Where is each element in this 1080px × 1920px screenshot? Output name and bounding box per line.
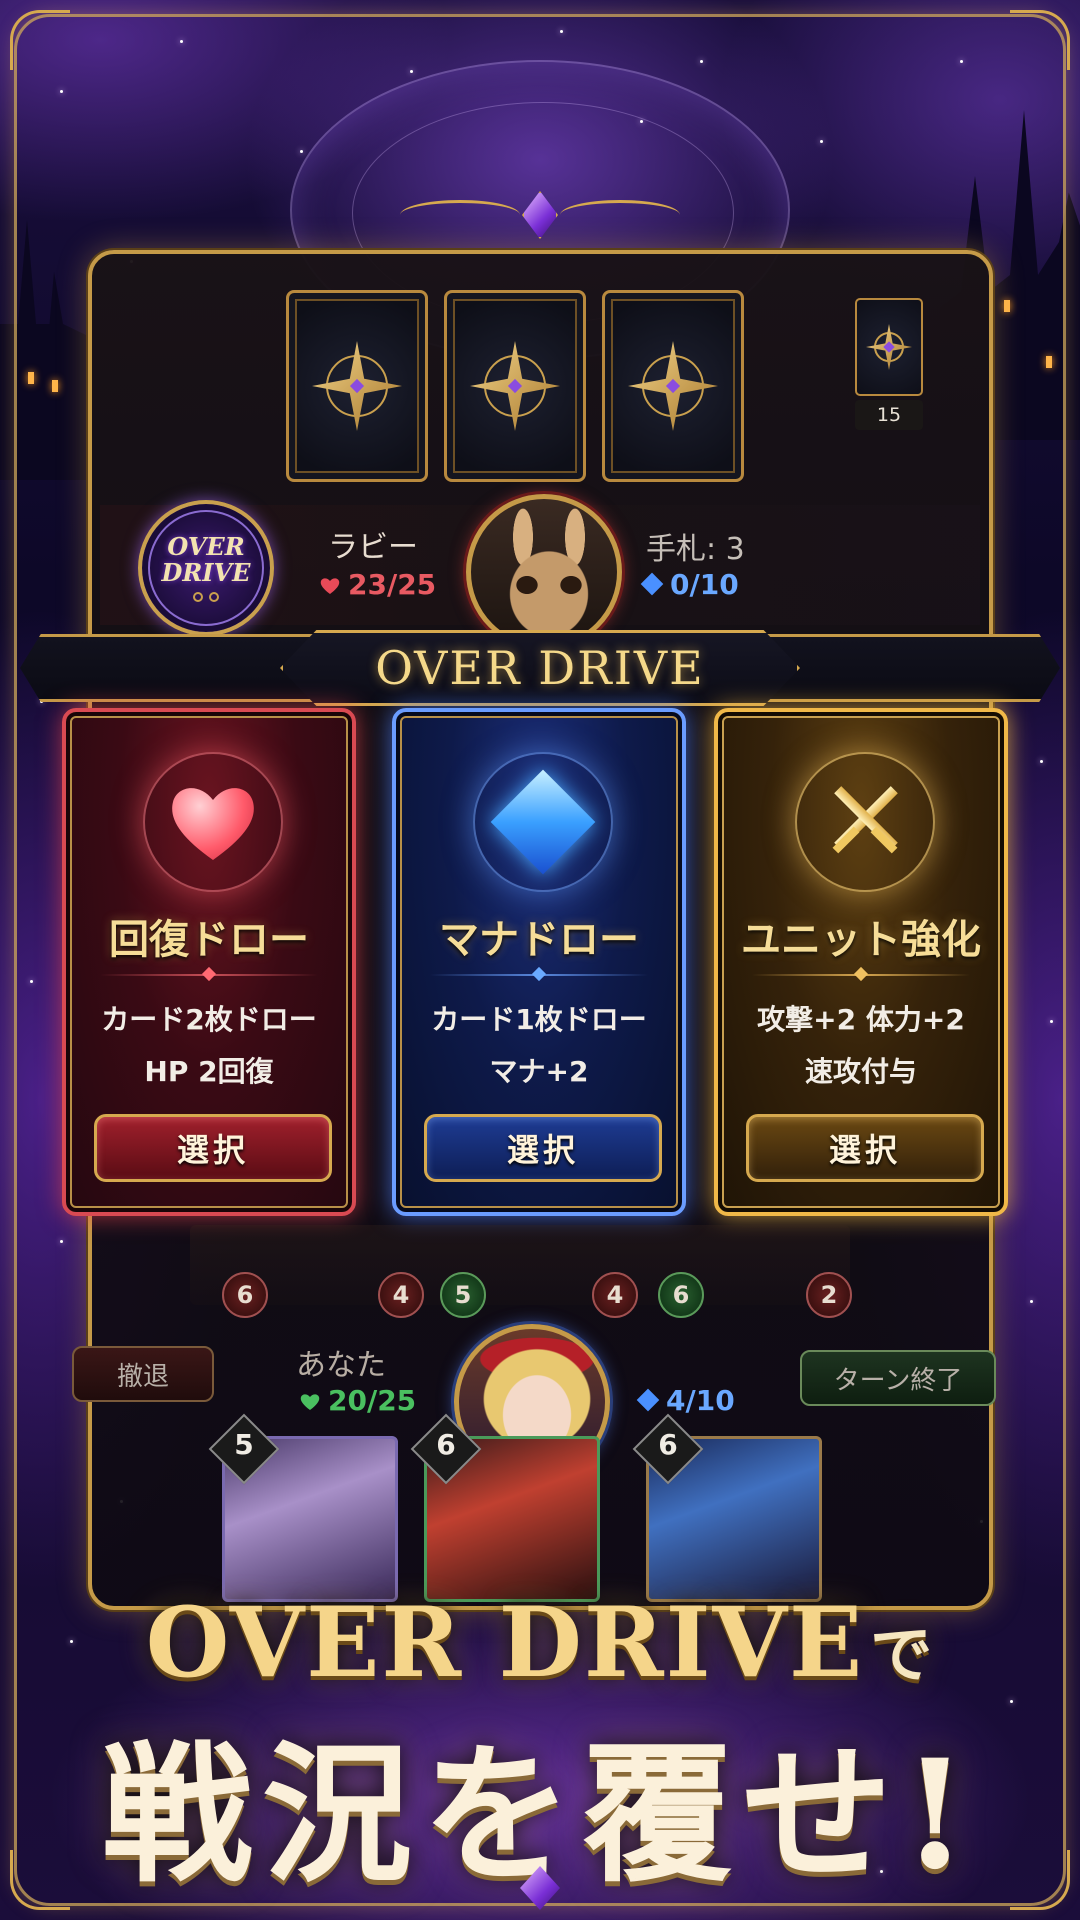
opponent-deck xyxy=(855,298,923,396)
option-effect-line: HP 2回復 xyxy=(144,1055,274,1088)
overdrive-emblem-line1: OVER xyxy=(167,532,245,561)
headline-overdrive: OVER DRIVE xyxy=(145,1586,865,1699)
headline-suffix: で xyxy=(870,1618,935,1691)
option-card-heal[interactable]: 回復ドロー カード2枚ドロー HP 2回復 選択 xyxy=(62,708,356,1216)
option-effect-line: カード1枚ドロー xyxy=(431,1003,647,1036)
heart-icon xyxy=(300,1394,320,1410)
heart-icon xyxy=(320,578,340,594)
overdrive-emblem[interactable]: OVER DRIVE xyxy=(138,500,274,636)
crest-wing-right xyxy=(560,200,680,230)
option-effect-line: カード2枚ドロー xyxy=(101,1003,317,1036)
option-effect-line: 速攻付与 xyxy=(804,1055,917,1088)
crossed-swords-icon xyxy=(821,778,909,866)
overdrive-emblem-line2: DRIVE xyxy=(161,558,251,587)
option-title: ユニット強化 xyxy=(741,917,981,963)
opponent-card-back xyxy=(444,290,586,482)
option-divider xyxy=(752,966,970,982)
unit-attack-stat: 5 xyxy=(440,1272,486,1318)
opponent-card-back xyxy=(286,290,428,482)
player-name: あなた xyxy=(296,1348,386,1383)
deck-count: 15 xyxy=(855,400,923,430)
mana-diamond-icon xyxy=(636,1388,660,1412)
retreat-button[interactable]: 撤退 xyxy=(72,1346,214,1402)
unit-health-stat: 4 xyxy=(592,1272,638,1318)
select-unit-button[interactable]: 選択 xyxy=(746,1114,984,1182)
compass-icon xyxy=(470,341,560,431)
card-cost: 5 xyxy=(234,1428,254,1461)
option-icon-frame xyxy=(143,752,283,892)
opponent-mana-value: 0/10 xyxy=(670,568,739,601)
opponent-hp-value: 23/25 xyxy=(348,568,437,601)
card-cost: 6 xyxy=(436,1428,456,1461)
unit-health-stat: 2 xyxy=(806,1272,852,1318)
option-divider xyxy=(430,966,648,982)
frame-corner xyxy=(10,10,70,70)
opponent-mana: 0/10 xyxy=(640,568,739,601)
option-icon-frame xyxy=(795,752,935,892)
opponent-avatar[interactable] xyxy=(466,494,622,650)
select-heal-button[interactable]: 選択 xyxy=(94,1114,332,1182)
compass-icon xyxy=(628,341,718,431)
option-title: マナドロー xyxy=(439,917,639,963)
opponent-hand-count: 手札: 3 xyxy=(646,532,745,567)
overdrive-banner: OVER DRIVE xyxy=(280,630,800,706)
overdrive-banner-title: OVER DRIVE xyxy=(375,641,705,695)
headline-line1: OVER DRIVEで xyxy=(0,1586,1080,1699)
option-icon-frame xyxy=(473,752,613,892)
heart-icon xyxy=(169,782,257,862)
compass-icon xyxy=(312,341,402,431)
option-card-unit[interactable]: ユニット強化 攻撃+2 体力+2 速攻付与 選択 xyxy=(714,708,1008,1216)
frame-corner xyxy=(1010,10,1070,70)
crest-wing-left xyxy=(400,200,520,230)
card-cost: 6 xyxy=(658,1428,678,1461)
player-hp: 20/25 xyxy=(300,1384,416,1417)
player-hp-value: 20/25 xyxy=(328,1384,417,1417)
option-card-mana[interactable]: マナドロー カード1枚ドロー マナ+2 選択 xyxy=(392,708,686,1216)
compass-icon xyxy=(866,324,912,370)
unit-attack-stat: 6 xyxy=(222,1272,268,1318)
opponent-card-back xyxy=(602,290,744,482)
opponent-name: ラビー xyxy=(328,530,418,565)
player-mana: 4/10 xyxy=(636,1384,735,1417)
option-title: 回復ドロー xyxy=(109,917,309,963)
battlefield-units xyxy=(190,1225,850,1305)
diamond-icon xyxy=(490,769,596,875)
crest-gem-icon xyxy=(522,191,558,239)
select-mana-button[interactable]: 選択 xyxy=(424,1114,662,1182)
overdrive-charge-dots xyxy=(193,592,219,602)
player-mana-value: 4/10 xyxy=(666,1384,735,1417)
mana-diamond-icon xyxy=(640,572,664,596)
option-effect-line: マナ+2 xyxy=(489,1055,589,1088)
unit-health-stat: 4 xyxy=(378,1272,424,1318)
unit-attack-stat: 6 xyxy=(658,1272,704,1318)
opponent-hp: 23/25 xyxy=(320,568,436,601)
end-turn-button[interactable]: ターン終了 xyxy=(800,1350,996,1406)
option-effect-line: 攻撃+2 体力+2 xyxy=(757,1003,965,1036)
option-divider xyxy=(100,966,318,982)
